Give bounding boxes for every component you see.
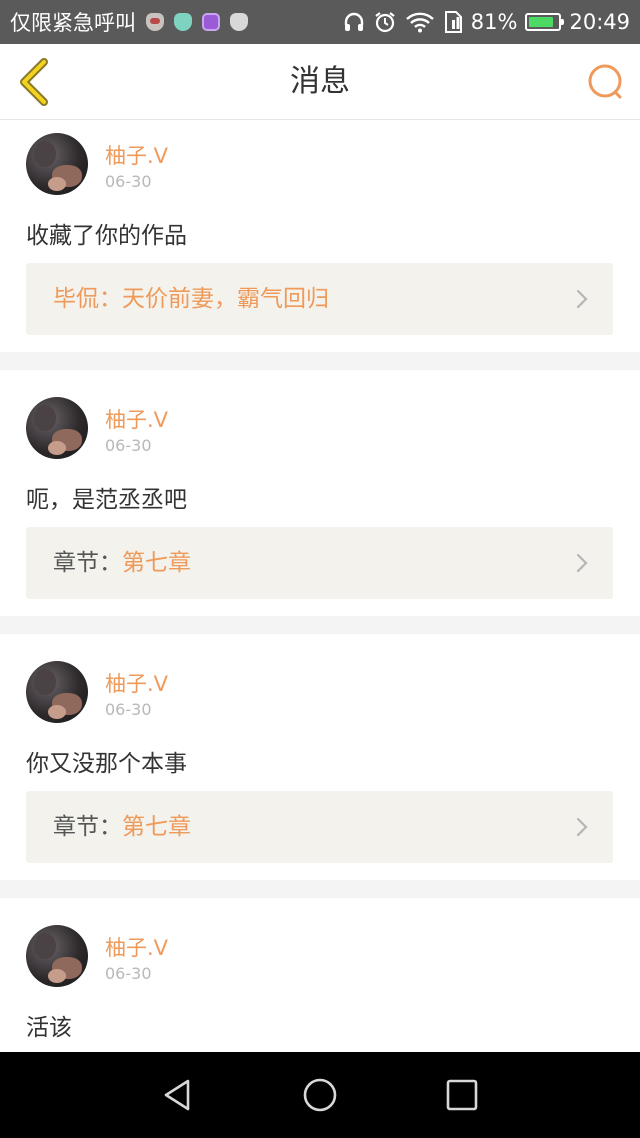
- message-date: 06-30: [105, 436, 152, 455]
- username[interactable]: 柚子.V: [105, 932, 168, 962]
- gallery-icon: [202, 13, 220, 31]
- nav-home-button[interactable]: [302, 1077, 338, 1113]
- search-button[interactable]: [586, 62, 626, 102]
- avatar[interactable]: [26, 925, 88, 987]
- message-text: 活该: [26, 1015, 72, 1041]
- page-title: 消息: [290, 64, 350, 99]
- message-text: 收藏了你的作品: [26, 223, 187, 249]
- nav-back-button[interactable]: [160, 1077, 196, 1113]
- carrier-text: 仅限紧急呼叫: [10, 11, 136, 35]
- username[interactable]: 柚子.V: [105, 404, 168, 434]
- work-title: 毕侃：天价前妻，霸气回归: [53, 286, 329, 312]
- system-nav-bar: [0, 1052, 640, 1138]
- message-text: 呃，是范丞丞吧: [26, 487, 187, 513]
- work-reference-link[interactable]: 毕侃：天价前妻，霸气回归: [26, 263, 613, 335]
- chapter-reference-link[interactable]: 章节：第七章: [26, 527, 613, 599]
- message-text: 你又没那个本事: [26, 751, 187, 777]
- message-date: 06-30: [105, 964, 152, 983]
- sim-data-icon: [444, 11, 462, 33]
- wifi-icon: [405, 12, 434, 33]
- message-date: 06-30: [105, 172, 152, 191]
- back-triangle-icon: [164, 1079, 190, 1111]
- chevron-right-icon: [576, 553, 588, 573]
- message-card: 柚子.V 06-30 你又没那个本事 章节：第七章: [0, 634, 640, 880]
- home-circle-icon: [303, 1078, 337, 1112]
- message-list[interactable]: 柚子.V 06-30 收藏了你的作品 毕侃：天价前妻，霸气回归 柚子.V 06-…: [0, 120, 640, 1052]
- screen: 仅限紧急呼叫 81% 20:49 消息 柚子.V 06-30 收藏了你的作品 毕…: [0, 0, 640, 1138]
- search-icon: [588, 64, 622, 99]
- username[interactable]: 柚子.V: [105, 140, 168, 170]
- chapter-reference-link[interactable]: 章节：第七章: [26, 791, 613, 863]
- recents-square-icon: [446, 1079, 478, 1111]
- avatar[interactable]: [26, 133, 88, 195]
- notification-icons: [146, 13, 248, 31]
- cup-icon: [146, 13, 164, 31]
- nav-recents-button[interactable]: [444, 1077, 480, 1113]
- battery-icon: [525, 13, 565, 31]
- message-card: 柚子.V 06-30 呃，是范丞丞吧 章节：第七章: [0, 370, 640, 616]
- chapter-label: 章节：: [53, 814, 122, 840]
- chevron-right-icon: [576, 817, 588, 837]
- cup-icon: [230, 13, 248, 31]
- avatar[interactable]: [26, 397, 88, 459]
- message-card: 柚子.V 06-30 收藏了你的作品 毕侃：天价前妻，霸气回归: [0, 120, 640, 352]
- avatar[interactable]: [26, 661, 88, 723]
- cup-icon: [174, 13, 192, 31]
- clock-time: 20:49: [569, 10, 630, 34]
- chapter-title: 第七章: [122, 550, 191, 576]
- chapter-label: 章节：: [53, 550, 122, 576]
- battery-percent: 81%: [470, 10, 518, 34]
- alarm-icon: [375, 12, 395, 33]
- message-card: 柚子.V 06-30 活该: [0, 898, 640, 1052]
- username[interactable]: 柚子.V: [105, 668, 168, 698]
- headphones-icon: [344, 12, 363, 31]
- top-bar: 消息: [0, 44, 640, 120]
- status-right: 81% 20:49: [343, 10, 630, 34]
- message-date: 06-30: [105, 700, 152, 719]
- chapter-title: 第七章: [122, 814, 191, 840]
- chevron-right-icon: [576, 289, 588, 309]
- status-bar: 仅限紧急呼叫 81% 20:49: [0, 0, 640, 44]
